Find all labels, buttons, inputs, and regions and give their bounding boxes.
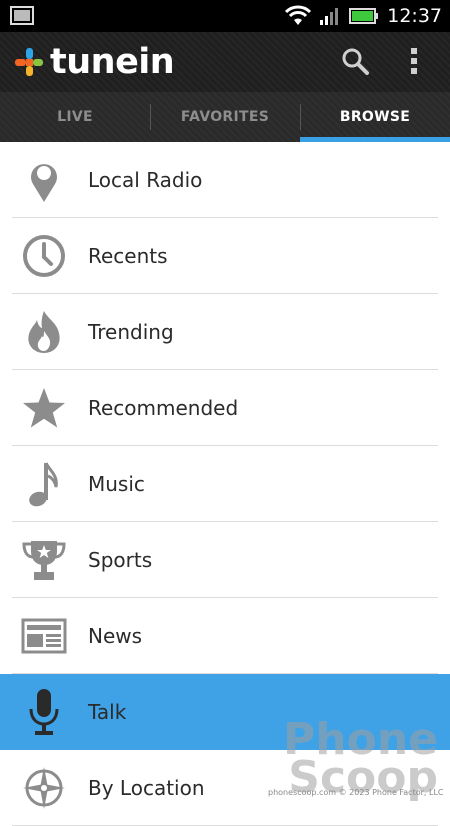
tunein-plus-icon — [15, 48, 43, 76]
list-item-label: Recents — [88, 244, 168, 268]
microphone-icon — [12, 684, 76, 740]
app-bar: tunein — [0, 32, 450, 92]
clock: 12:37 — [387, 5, 442, 27]
tab-browse[interactable]: BROWSE — [300, 92, 450, 142]
trophy-icon — [12, 532, 76, 588]
list-item-trending[interactable]: Trending — [0, 294, 450, 370]
list-item-label: Music — [88, 472, 145, 496]
image-thumbnail-icon — [10, 6, 34, 25]
list-item-label: Talk — [88, 700, 127, 724]
compass-icon — [12, 760, 76, 816]
newspaper-icon — [12, 608, 76, 664]
logo-text: tunein — [50, 42, 175, 82]
status-bar: 12:37 — [0, 0, 450, 32]
list-item-label: Trending — [88, 320, 174, 344]
tab-label: BROWSE — [339, 109, 411, 125]
list-item-music[interactable]: Music — [0, 446, 450, 522]
list-item-local-radio[interactable]: Local Radio — [0, 142, 450, 218]
list-item-sports[interactable]: Sports — [0, 522, 450, 598]
tab-bar: LIVE FAVORITES BROWSE — [0, 92, 450, 142]
location-pin-icon — [12, 152, 76, 208]
overflow-menu-icon[interactable] — [404, 46, 424, 76]
list-item-label: Sports — [88, 548, 153, 572]
clock-icon — [12, 228, 76, 284]
search-icon[interactable] — [340, 46, 370, 76]
signal-icon — [320, 8, 339, 25]
list-item-label: News — [88, 624, 143, 648]
tab-live[interactable]: LIVE — [0, 92, 150, 142]
list-item-recents[interactable]: Recents — [0, 218, 450, 294]
tab-label: FAVORITES — [180, 109, 270, 125]
watermark-credit: phonescoop.com © 2023 Phone Factor, LLC — [268, 788, 444, 797]
battery-icon — [349, 8, 379, 24]
fire-icon — [12, 304, 76, 360]
list-item-label: Local Radio — [88, 168, 203, 192]
music-note-icon — [12, 456, 76, 512]
list-item-news[interactable]: News — [0, 598, 450, 674]
star-icon — [12, 380, 76, 436]
tab-label: LIVE — [57, 109, 93, 125]
tunein-logo: tunein — [14, 42, 175, 82]
list-item-label: By Location — [88, 776, 205, 800]
wifi-icon — [285, 5, 312, 25]
list-item-label: Recommended — [88, 396, 239, 420]
tab-favorites[interactable]: FAVORITES — [150, 92, 300, 142]
list-item-recommended[interactable]: Recommended — [0, 370, 450, 446]
